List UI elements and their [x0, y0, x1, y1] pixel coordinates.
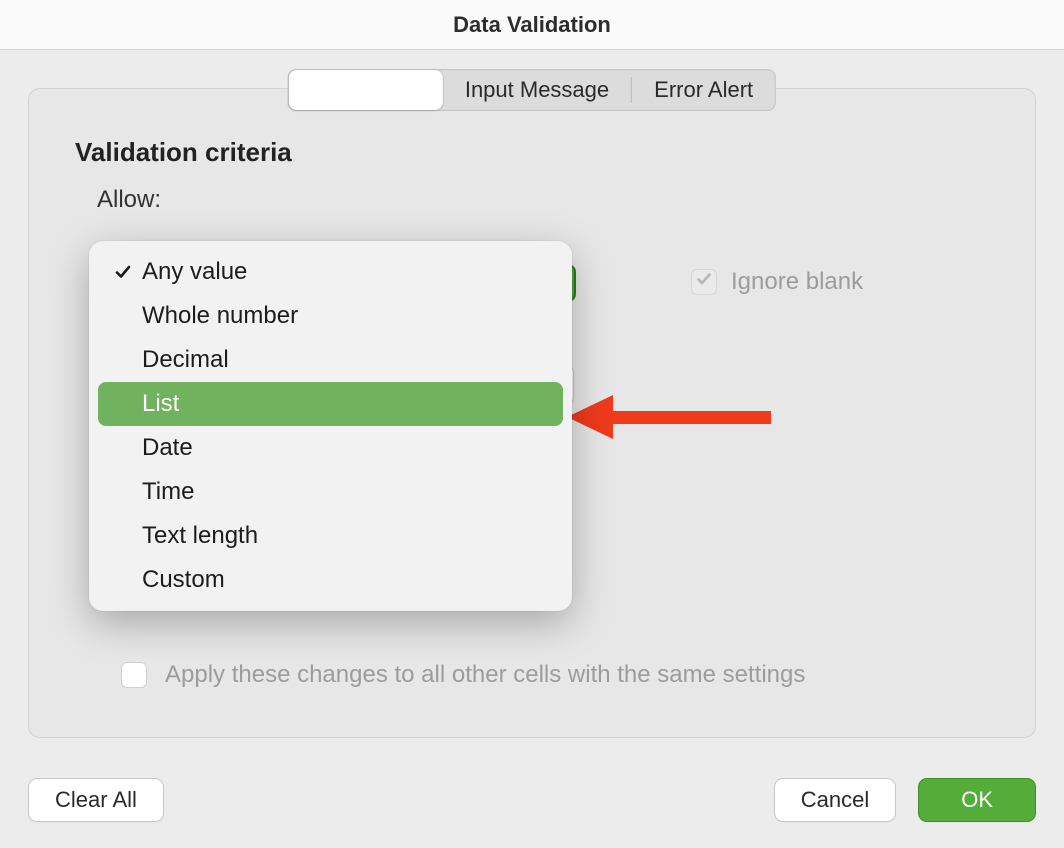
window-body: Input Message Error Alert Validation cri…	[0, 50, 1064, 848]
option-label: Whole number	[142, 302, 298, 330]
option-time[interactable]: Time	[98, 470, 563, 514]
tabs: Input Message Error Alert	[288, 69, 776, 111]
allow-dropdown-popup: Any value Whole number Decimal List Date…	[89, 241, 572, 611]
annotation-arrow-icon	[567, 389, 777, 445]
ok-label: OK	[961, 787, 993, 813]
title-bar: Data Validation	[0, 0, 1064, 50]
ignore-blank-row: Ignore blank	[691, 266, 863, 296]
option-label: Any value	[142, 258, 247, 286]
ignore-blank-checkbox[interactable]	[691, 269, 717, 295]
section-title: Validation criteria	[75, 137, 989, 168]
option-any-value[interactable]: Any value	[98, 250, 563, 294]
clear-all-label: Clear All	[55, 787, 137, 813]
criteria-panel: Input Message Error Alert Validation cri…	[28, 88, 1036, 738]
option-text-length[interactable]: Text length	[98, 514, 563, 558]
tab-input-message-label: Input Message	[465, 77, 609, 103]
tab-settings[interactable]	[289, 70, 443, 110]
window-title: Data Validation	[453, 12, 611, 38]
cancel-button[interactable]: Cancel	[774, 778, 896, 822]
option-list[interactable]: List	[98, 382, 563, 426]
cancel-label: Cancel	[801, 787, 869, 813]
tab-error-alert-label: Error Alert	[654, 77, 753, 103]
option-label: Text length	[142, 522, 258, 550]
option-whole-number[interactable]: Whole number	[98, 294, 563, 338]
option-decimal[interactable]: Decimal	[98, 338, 563, 382]
apply-all-checkbox[interactable]	[121, 662, 147, 688]
option-label: Date	[142, 434, 193, 462]
option-label: List	[142, 390, 179, 418]
footer: Clear All Cancel OK	[28, 778, 1036, 822]
panel-inner: Validation criteria Allow:	[29, 89, 1035, 250]
option-label: Custom	[142, 566, 225, 594]
option-custom[interactable]: Custom	[98, 558, 563, 602]
option-date[interactable]: Date	[98, 426, 563, 470]
tab-input-message[interactable]: Input Message	[443, 70, 631, 110]
check-icon	[696, 271, 712, 292]
ignore-blank-label: Ignore blank	[731, 268, 863, 296]
option-label: Decimal	[142, 346, 229, 374]
allow-label: Allow:	[97, 186, 989, 214]
clear-all-button[interactable]: Clear All	[28, 778, 164, 822]
tab-error-alert[interactable]: Error Alert	[632, 70, 775, 110]
apply-all-row: Apply these changes to all other cells w…	[121, 661, 805, 689]
option-label: Time	[142, 478, 194, 506]
apply-all-label: Apply these changes to all other cells w…	[165, 661, 805, 689]
ok-button[interactable]: OK	[918, 778, 1036, 822]
checkmark-icon	[110, 263, 136, 281]
